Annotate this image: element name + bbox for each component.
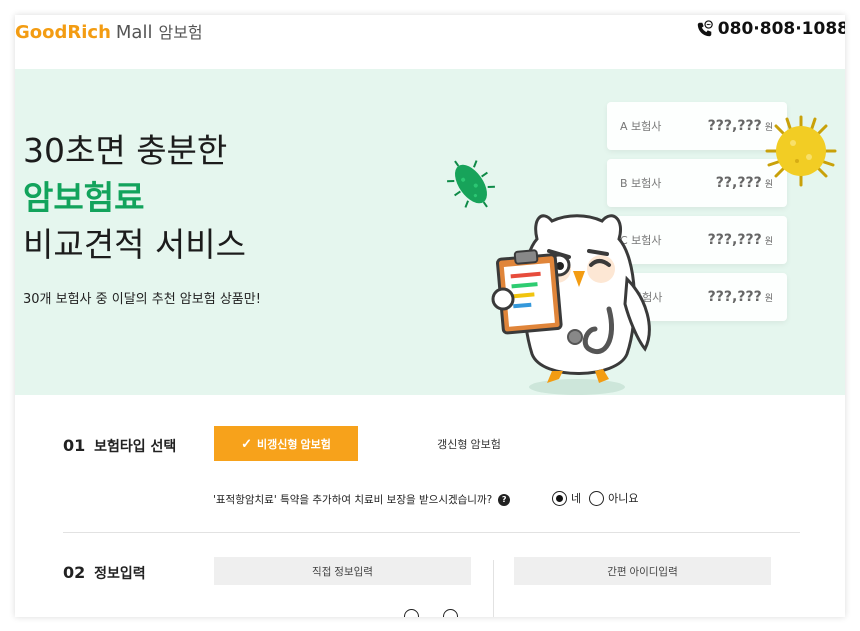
radio-selected-dot [556,494,563,502]
quote-unit: 원 [764,294,773,304]
phone-icon [697,20,713,37]
section-title-text: 정보입력 [94,566,146,582]
hero-title: 30초면 충분한 암보험료 비교견적 서비스 [23,127,246,268]
radio-yes[interactable] [552,490,567,506]
quote-unit: 원 [764,237,773,247]
quote-price-value: ???,??? [707,232,762,248]
targeted-therapy-question: '표적항암치료' 특약을 추가하여 치료비 보장을 받으시겠습니까? ? [213,492,511,507]
quote-price: ???,??? 원 [708,232,773,248]
logo-kor: 암보험 [158,23,203,42]
logo-brand: GoodRich [15,22,111,43]
section-title-text: 보험타입 선택 [94,439,177,455]
tab-direct-input-label: 직접 정보입력 [312,565,373,578]
tab-direct-input[interactable]: 직접 정보입력 [214,557,471,585]
section-title-info-input: 02 정보입력 [63,563,146,583]
non-renewal-option-button[interactable]: ✓ 비갱신형 암보험 [214,426,358,461]
quote-price: ???,??? 원 [708,289,773,305]
header: GoodRich Mall 암보험 080·808·1088 [15,15,845,69]
tab-simple-id-input-label: 간편 아이디입력 [607,565,678,578]
page-frame: GoodRich Mall 암보험 080·808·1088 30초면 충분한 … [15,15,845,617]
radio-no-label[interactable]: 아니요 [608,490,638,506]
section-number: 01 [63,436,86,455]
help-icon[interactable]: ? [498,493,511,506]
yellow-virus-icon [765,115,837,187]
section-number: 02 [63,563,86,582]
renewal-option-button[interactable]: 갱신형 암보험 [407,426,531,461]
hero-banner: 30초면 충분한 암보험료 비교견적 서비스 30개 보험사 중 이달의 추천 … [15,69,845,395]
tab-simple-id-input[interactable]: 간편 아이디입력 [514,557,771,585]
non-renewal-option-label: 비갱신형 암보험 [257,438,331,451]
radio-yes-label[interactable]: 네 [571,490,581,506]
quote-company: A 보험사 [620,120,662,133]
quote-price-value: ???,??? [707,289,762,305]
owl-doctor-mascot [491,214,651,395]
phone-number[interactable]: 080·808·1088 [696,19,845,39]
quote-price-value: ???,??? [707,118,762,134]
quote-price-value: ??,??? [715,175,762,191]
check-icon: ✓ [241,435,252,451]
hero-subtitle: 30개 보험사 중 이달의 추천 암보험 상품만! [23,292,261,307]
question-text: '표적항암치료' 특약을 추가하여 치료비 보장을 받으시겠습니까? [213,494,493,506]
logo-mall: Mall [115,22,153,43]
hero-title-line2: 암보험료 [23,178,145,217]
quote-company: B 보험사 [620,177,662,190]
radio-partial[interactable] [404,609,419,617]
section-divider [63,532,800,533]
hero-title-line1: 30초면 충분한 [23,131,228,170]
phone-text: 080·808·1088 [717,19,845,39]
logo[interactable]: GoodRich Mall 암보험 [15,19,203,43]
radio-no[interactable] [589,490,605,506]
radio-partial[interactable] [443,609,458,617]
section-title-insurance-type: 01 보험타입 선택 [63,436,176,456]
renewal-option-label: 갱신형 암보험 [437,438,501,451]
hero-title-line3: 비교견적 서비스 [23,225,247,264]
targeted-therapy-radio-group: 네 아니요 [552,490,647,506]
column-divider [493,560,494,617]
quote-card: A 보험사 ???,??? 원 [607,102,787,150]
